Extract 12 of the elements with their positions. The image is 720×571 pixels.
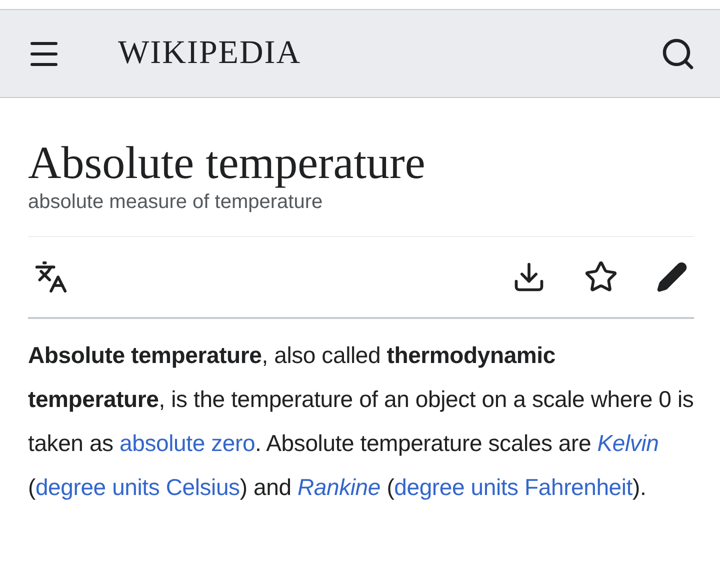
translate-icon[interactable] [34,260,68,294]
article-description: absolute measure of temperature [28,190,324,214]
star-icon[interactable] [584,260,618,294]
article-link[interactable]: degree units Fahrenheit [394,474,632,500]
article-link[interactable]: degree units Celsius [35,474,240,500]
article-link[interactable]: absolute zero [120,430,256,456]
article-paragraph: Absolute temperature, also called thermodynamic temperature, is the temperature of an object on a scale where 0 is taken as absolute zero. Absolute temperature scales are Kelvin (degree units Celsius) and Rankine (degree units Fahrenheit). [28,340,694,502]
article-link[interactable]: Kelvin [597,430,659,456]
article-title: Absolute temperature [28,138,426,189]
wikipedia-logo[interactable]: WIKIPEDIA [118,35,660,72]
pencil-icon[interactable] [656,260,688,293]
article-link[interactable]: Rankine [298,474,380,500]
